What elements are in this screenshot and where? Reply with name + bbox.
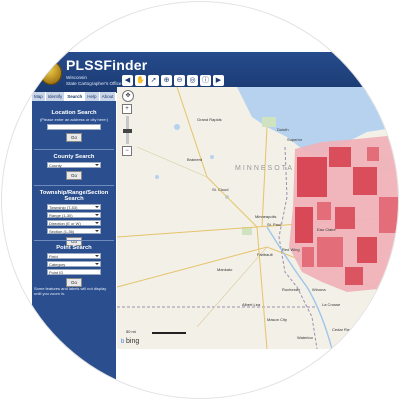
direction-select[interactable]: Direction (E or W) (47, 220, 101, 226)
map-zoom-out-button[interactable]: − (122, 146, 132, 156)
city-label: St. Cloud (212, 187, 229, 192)
county-search-title: County Search (53, 154, 95, 160)
tab-map[interactable]: Map (32, 92, 46, 101)
location-search-title: Location Search (51, 110, 97, 116)
township-select[interactable]: Township (T-53) (47, 204, 101, 210)
category-select[interactable]: Category (47, 261, 101, 267)
panel-tabs: Map Identify Search Help About (32, 92, 117, 101)
city-label: Grand Rapids (197, 117, 222, 122)
county-search-section: County Search County Go (34, 149, 114, 180)
zoom-slider-handle[interactable] (122, 129, 132, 133)
zoom-control: ✥ + − (122, 90, 134, 156)
scale-text: 50 mi (126, 329, 136, 334)
bing-logo-icon: b (121, 339, 125, 345)
pan-compass-icon[interactable]: ✥ (122, 90, 134, 102)
app-subtitle-office: State Cartographer's Office (66, 81, 122, 86)
map-toolbar: ◀ ✋ ➚ ⊕ ⊖ ◎ ⓘ ▶ (122, 73, 398, 87)
point-search-title: Point Search (56, 245, 92, 251)
tab-about[interactable]: About (100, 92, 117, 101)
point-id-input[interactable]: Point ID (47, 269, 101, 275)
city-label: St. Paul (267, 222, 282, 227)
state-label: MINNESOTA (235, 165, 295, 172)
trs-search-title: Township/Range/Section Search (39, 190, 109, 202)
city-label: Duluth (277, 127, 289, 132)
app-title: PLSSFinder (66, 57, 148, 73)
pan-icon[interactable]: ✋ (135, 74, 146, 86)
city-label: Rochester (282, 287, 301, 292)
point-search-section: Point Search Field Category Point ID Go (34, 240, 114, 287)
city-label: Faribault (257, 252, 273, 257)
city-label: Albert Lea (242, 302, 261, 307)
city-label: Cedar Rapids (332, 327, 357, 332)
trs-search-section: Township/Range/Section Search Township (… (34, 185, 114, 246)
city-label: Eau Claire (317, 227, 336, 232)
plss-parcel-layer (289, 135, 398, 292)
screenshot-frame: PLSSFinder Wisconsin State Cartographer'… (2, 2, 398, 398)
city-label: Mankato (217, 267, 233, 272)
back-icon[interactable]: ◀ (122, 74, 133, 86)
section-select[interactable]: Section (1-36) (47, 228, 101, 234)
map-zoom-in-button[interactable]: + (122, 104, 132, 114)
location-search-note: (Please enter an address or city here:) (39, 117, 109, 122)
tab-help[interactable]: Help (85, 92, 100, 101)
tab-identify[interactable]: Identify (46, 92, 66, 101)
tab-search[interactable]: Search (65, 92, 86, 101)
panel-footnote: Some features and labels will not displa… (34, 286, 107, 296)
city-label: Brainerd (187, 157, 203, 162)
city-label: La Crosse (322, 302, 341, 307)
city-label: Red Wing (282, 247, 300, 252)
location-input[interactable] (47, 124, 101, 130)
search-panel: Location Search (Please enter an address… (32, 101, 116, 393)
app-subtitle-state: Wisconsin (66, 75, 87, 80)
zoom-slider[interactable] (122, 116, 132, 144)
field-select[interactable]: Field (47, 253, 101, 259)
map-attribution: bing (126, 338, 140, 345)
county-go-button[interactable]: Go (66, 171, 82, 180)
city-label: Minneapolis (255, 214, 277, 219)
location-search-section: Location Search (Please enter an address… (34, 106, 114, 142)
county-select[interactable]: County (47, 162, 101, 168)
city-label: Mason City (267, 317, 288, 322)
info-icon[interactable]: ⓘ (200, 74, 211, 86)
zoom-out-icon[interactable]: ⊖ (174, 74, 185, 86)
city-label: Winona (312, 287, 326, 292)
city-label: Superior (287, 137, 303, 142)
select-icon[interactable]: ➚ (148, 74, 159, 86)
location-go-button[interactable]: Go (66, 133, 82, 142)
state-seal-logo (40, 61, 62, 85)
globe-icon[interactable]: ◎ (187, 74, 198, 86)
range-select[interactable]: Range (1-30) (47, 212, 101, 218)
map-canvas[interactable]: MINNESOTA Duluth Superior Grand Rapids B… (117, 87, 398, 349)
forward-icon[interactable]: ▶ (213, 74, 224, 86)
city-label: Waterloo (297, 335, 313, 340)
scale-bar (152, 332, 186, 334)
zoom-in-icon[interactable]: ⊕ (161, 74, 172, 86)
